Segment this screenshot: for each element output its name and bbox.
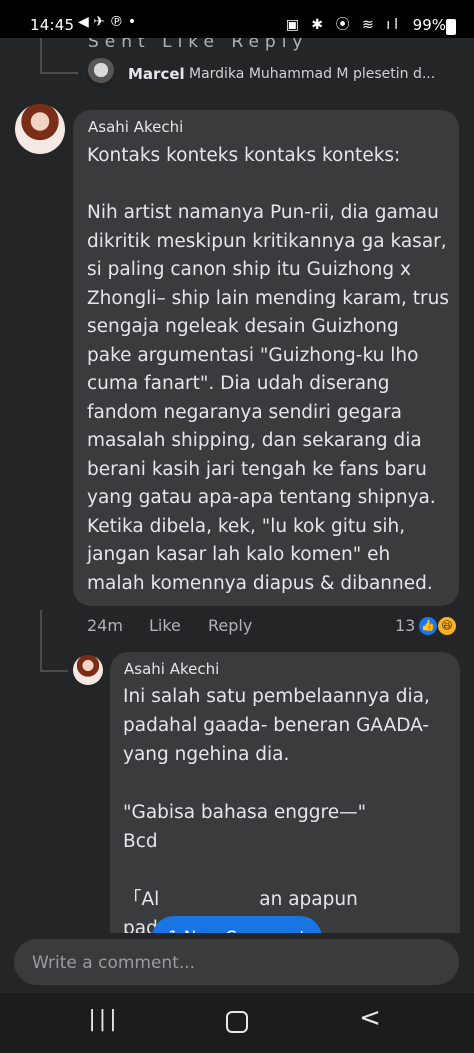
like-reaction-icon[interactable]: 👍 [419, 617, 437, 635]
battery-percent: 99% [412, 16, 446, 34]
new-comment-button[interactable]: 1 New Comment [152, 916, 322, 933]
avatar[interactable] [86, 58, 116, 88]
thread-line [40, 610, 42, 672]
status-bar: 14:45 ◀ ✈ ℗ • ▣ ✱ ⦿ ≋ ıl 99% [0, 0, 474, 38]
thread-line-branch [40, 670, 68, 672]
avatar[interactable] [15, 104, 65, 154]
comment-text: Kontaks konteks kontaks konteks: Nih art… [87, 145, 449, 594]
reply-text: Ini salah satu pembelaannya dia, padahal… [123, 686, 430, 933]
status-time: 14:45 [30, 16, 75, 34]
comment-input[interactable] [30, 939, 444, 987]
screen: 14:45 ◀ ✈ ℗ • ▣ ✱ ⦿ ≋ ıl 99% Sent Like R… [0, 0, 474, 1053]
haha-reaction-icon[interactable]: 😆 [438, 617, 456, 635]
comment-author[interactable]: Asahi Akechi [88, 118, 183, 136]
thread-line [40, 38, 42, 74]
reply-author[interactable]: Asahi Akechi [124, 660, 219, 678]
comment-composer[interactable] [14, 939, 459, 987]
thread-line-branch [40, 72, 78, 74]
notification-icons: ◀ ✈ ℗ • [78, 14, 137, 30]
comment-bubble[interactable]: Asahi Akechi Kontaks konteks kontaks kon… [73, 110, 459, 606]
system-status-icons: ▣ ✱ ⦿ ≋ ıl [285, 17, 402, 33]
previous-reply[interactable]: Marcel Mardika Muhammad M plesetin d... [86, 58, 466, 92]
avatar[interactable] [73, 655, 103, 685]
comment-composer-bar [0, 933, 474, 993]
comment-actions: 24m Like Reply 13 👍 😆 [87, 616, 467, 640]
android-nav-bar: ||| < [0, 993, 474, 1053]
comment-time: 24m [87, 616, 123, 635]
like-button[interactable]: Like [149, 616, 181, 635]
reaction-count[interactable]: 13 [395, 616, 415, 635]
home-icon[interactable] [226, 1011, 248, 1033]
recents-icon[interactable]: ||| [84, 1007, 124, 1032]
previous-reply-actions: Sent Like Reply [88, 38, 309, 52]
back-icon[interactable]: < [350, 1003, 390, 1033]
reply-author[interactable]: Marcel [128, 65, 185, 83]
battery-icon [446, 19, 456, 35]
comments-list[interactable]: Sent Like Reply Marcel Mardika Muhammad … [0, 38, 474, 933]
reply-button[interactable]: Reply [208, 616, 252, 635]
reply-bubble[interactable]: Asahi Akechi Ini salah satu pembelaannya… [110, 652, 460, 933]
reply-text-preview: Mardika Muhammad M plesetin d... [189, 66, 436, 82]
